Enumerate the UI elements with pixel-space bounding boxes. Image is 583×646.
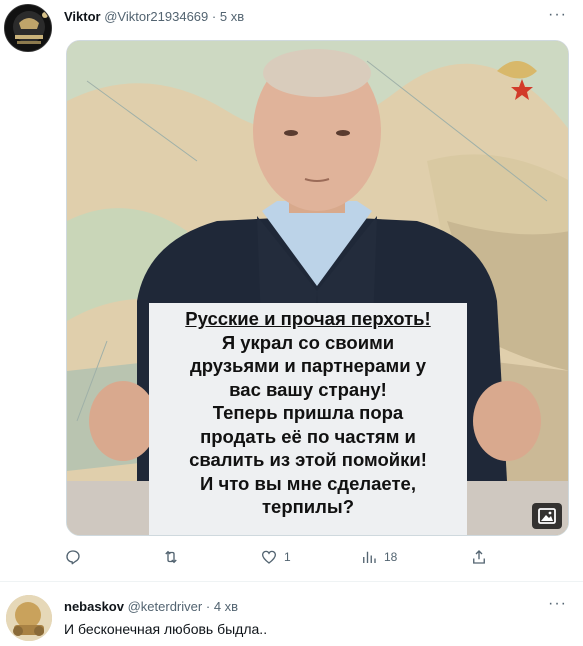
analytics-icon bbox=[363, 551, 376, 563]
views-count: 18 bbox=[384, 550, 398, 564]
heart-icon bbox=[261, 550, 277, 564]
retweet-button[interactable] bbox=[162, 548, 180, 566]
like-button[interactable]: 1 bbox=[260, 548, 291, 566]
views-button[interactable]: 18 bbox=[360, 548, 397, 566]
reply-header: nebaskov @keterdriver · 4 хв bbox=[64, 599, 238, 614]
reply-text: И бесконечная любовь быдла.. bbox=[64, 621, 268, 637]
reply-icon bbox=[66, 550, 80, 565]
more-options-icon[interactable]: ··· bbox=[548, 595, 567, 613]
sign-line: И что вы мне сделаете, bbox=[200, 472, 416, 494]
reply-author-avatar[interactable] bbox=[6, 595, 52, 641]
sign-line: свалить из этой помойки! bbox=[189, 449, 427, 470]
author-name[interactable]: Viktor bbox=[64, 9, 101, 24]
tweet-image[interactable]: Русские и прочая перхоть! Я украл со сво… bbox=[66, 40, 569, 536]
retweet-icon bbox=[165, 550, 177, 564]
tweet-timestamp[interactable]: 5 хв bbox=[220, 9, 244, 24]
reply-tweet[interactable]: nebaskov @keterdriver · 4 хв ··· И беско… bbox=[0, 583, 583, 646]
reply-author-name[interactable]: nebaskov bbox=[64, 599, 124, 614]
tweet-header: Viktor @Viktor21934669 · 5 хв bbox=[64, 9, 244, 24]
sign-line: друзьями и партнерами у bbox=[189, 355, 427, 376]
author-avatar[interactable] bbox=[4, 4, 52, 52]
author-handle[interactable]: @Viktor21934669 bbox=[104, 9, 208, 24]
reply-timestamp[interactable]: 4 хв bbox=[214, 599, 238, 614]
sign-line: вас вашу страну! bbox=[229, 378, 387, 400]
avatar-image bbox=[6, 595, 52, 641]
image-icon[interactable] bbox=[532, 503, 562, 529]
sign-line: Теперь пришла пора bbox=[212, 402, 404, 423]
reply-author-handle[interactable]: @keterdriver bbox=[128, 599, 203, 614]
share-button[interactable] bbox=[470, 548, 488, 566]
more-options-icon[interactable]: ··· bbox=[548, 6, 567, 24]
protest-sign: Русские и прочая перхоть! Я украл со сво… bbox=[149, 303, 467, 535]
sign-line: Русские и прочая перхоть! bbox=[185, 308, 431, 329]
tweet[interactable]: Viktor @Viktor21934669 · 5 хв ··· Русски… bbox=[0, 0, 583, 582]
avatar-image bbox=[5, 5, 51, 51]
tweet-actions: 1 18 bbox=[64, 548, 504, 572]
reply-button[interactable] bbox=[64, 548, 82, 566]
sign-line: Я украл со своими bbox=[221, 331, 395, 353]
share-icon bbox=[473, 550, 485, 564]
separator-dot: · bbox=[205, 599, 211, 614]
separator-dot: · bbox=[211, 9, 217, 24]
sign-line: терпилы? bbox=[261, 496, 355, 517]
sign-line: продать её по частям и bbox=[200, 425, 416, 447]
like-count: 1 bbox=[284, 550, 291, 564]
